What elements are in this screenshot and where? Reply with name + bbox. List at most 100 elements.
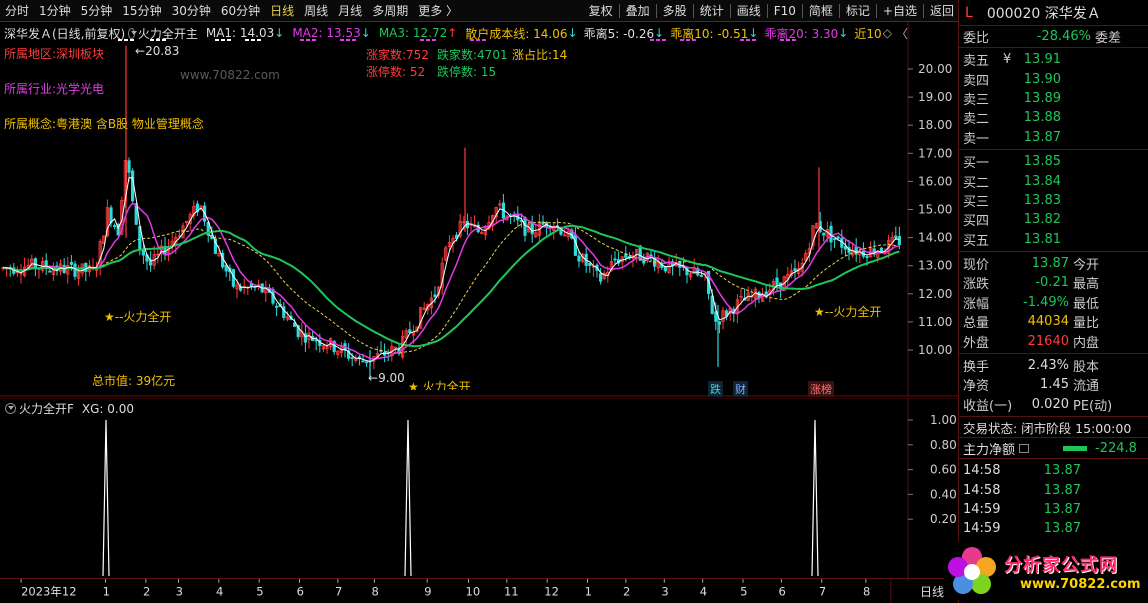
market-cap-label: 总市值: 39亿元 [92, 374, 176, 388]
candle-down [822, 232, 826, 236]
stock-title: 深华发Ａ(日线,前复权) [4, 26, 126, 41]
ask-row[interactable]: 卖一 13.87 [959, 128, 1148, 147]
draw-line-button[interactable]: 画线 [733, 2, 765, 19]
period-tab-monthly[interactable]: 月线 [333, 2, 367, 19]
tick-price: 13.87 [1043, 463, 1081, 479]
stat-row[interactable]: 收益(一) 0.020 PE(动) [959, 395, 1148, 414]
date-tick-label: 2023年12 [21, 584, 76, 598]
date-tick-label: 6 [297, 584, 304, 598]
tag-limit-list[interactable]: 涨榜 [808, 381, 834, 397]
bid-row[interactable]: 买一 13.85 [959, 152, 1148, 171]
candle-down [699, 274, 704, 277]
sub-tick-label: 0.20 [930, 512, 957, 526]
mark-button[interactable]: 标记 [842, 2, 874, 19]
bid-row[interactable]: 买三 13.83 [959, 191, 1148, 210]
period-tab-timeshare[interactable]: 分时 [0, 2, 34, 19]
stat-row[interactable]: 现价 13.87 今开 [959, 254, 1148, 273]
tick-time: 14:59 [963, 502, 1001, 517]
candle-down [865, 256, 869, 258]
ma1-value: MA1: 14.03 [205, 26, 275, 40]
period-tab-60min[interactable]: 60分钟 [216, 2, 265, 19]
back-button[interactable]: 返回 [926, 2, 958, 19]
stat-row[interactable]: 换手 2.43% 股本 [959, 356, 1148, 375]
formula-name[interactable]: 火力全开主 [138, 25, 198, 42]
ask-row[interactable]: 卖四 13.90 [959, 69, 1148, 89]
bid-price: 13.84 [1023, 173, 1061, 189]
date-tick-label: 7 [335, 584, 342, 598]
candle-down [433, 294, 437, 297]
stat-label-2: 最低 [1073, 296, 1100, 312]
stat-value: 0.020 [1031, 396, 1069, 412]
site-logo: 分析家公式网 www.70822.com [944, 542, 1146, 600]
stat-label: 收益(一) [963, 398, 1013, 414]
formula-toggle-icon[interactable] [128, 27, 137, 39]
bid-row[interactable]: 买二 13.84 [959, 171, 1148, 191]
bid-row[interactable]: 买四 13.82 [959, 210, 1148, 229]
period-tab-multi[interactable]: 多周期 [367, 2, 413, 19]
tick-row[interactable]: 14:59 13.87 [959, 519, 1148, 538]
trade-status: 交易状态: 闭市阶段 15:00:00 [963, 420, 1132, 436]
price-flag: ¥ [1003, 52, 1012, 68]
date-tick-label: 9 [424, 584, 431, 598]
ask-row[interactable]: 卖五 ¥13.91 [959, 50, 1148, 69]
stat-row[interactable]: 涨幅 -1.49% 最低 [959, 293, 1148, 312]
up-ratio: 涨占比:14 [512, 48, 568, 62]
stat-label-2: 最高 [1073, 277, 1100, 293]
order-ratio-label: 委比 [963, 31, 990, 46]
stat-label-2: 内盘 [1073, 335, 1100, 351]
adjust-button[interactable]: 复权 [585, 2, 617, 19]
expand-icon[interactable]: ◇ [883, 26, 892, 40]
period-tab-5min[interactable]: 5分钟 [76, 2, 118, 19]
up-count: 涨家数:752 [366, 48, 429, 62]
quote-panel: L 000020 深华发Ａ 委比 -28.46% 委差 卖五 ¥13.91 卖四 13… [958, 0, 1148, 603]
stat-value: 13.87 [1031, 256, 1069, 272]
simple-frame-button[interactable]: 简框 [805, 2, 837, 19]
tick-row[interactable]: 14:59 13.87 [959, 500, 1148, 519]
stat-value: -0.21 [1035, 275, 1069, 291]
sub-indicator-chart[interactable]: 1.00 0.80 0.60 0.40 0.20 [0, 398, 958, 581]
period-tab-more[interactable]: 更多 〉 [413, 2, 463, 19]
candle-down [894, 235, 898, 238]
add-watchlist-button[interactable]: +自选 [879, 2, 921, 19]
sub-indicator-title[interactable]: 火力全开F [19, 400, 74, 417]
tag-down[interactable]: 跌 [708, 381, 723, 397]
candle-down [408, 329, 412, 333]
collapse-panel-icon[interactable]: 〈 [896, 25, 908, 42]
tick-row[interactable]: 14:58 13.87 [959, 480, 1148, 499]
price-tick-label: 11.00 [918, 315, 952, 329]
period-tab-30min[interactable]: 30分钟 [167, 2, 216, 19]
ask-row[interactable]: 卖三 13.89 [959, 89, 1148, 108]
arrow-left-icon: ← [368, 371, 379, 385]
statistics-button[interactable]: 统计 [696, 2, 728, 19]
bid-row[interactable]: 买五 13.81 [959, 230, 1148, 249]
sub-toggle-icon[interactable] [5, 403, 16, 414]
signal-label-2: ★--火力全开 [814, 305, 882, 319]
stat-row[interactable]: 涨跌 -0.21 最高 [959, 273, 1148, 292]
chart-toggle-icon[interactable] [1019, 443, 1030, 453]
f10-button[interactable]: F10 [770, 4, 800, 18]
period-tab-weekly[interactable]: 周线 [299, 2, 333, 19]
axis-period-label[interactable]: 日线 [920, 583, 944, 600]
date-tick-label: 8 [863, 584, 870, 598]
period-tab-daily[interactable]: 日线 [265, 2, 299, 19]
candle-down [48, 270, 52, 273]
overlay-button[interactable]: 叠加 [622, 2, 654, 19]
price-tick-label: 15.00 [918, 203, 952, 217]
tick-row[interactable]: 14:58 13.87 [959, 461, 1148, 480]
candle-down [361, 360, 365, 363]
candle-down [599, 273, 603, 282]
period-tab-15min[interactable]: 15分钟 [117, 2, 166, 19]
period-toolbar: 分时 1分钟 5分钟 15分钟 30分钟 60分钟 日线 周线 月线 多周期 更… [0, 0, 958, 22]
candle-down [649, 254, 653, 257]
stat-row[interactable]: 净资 1.45 流通 [959, 375, 1148, 394]
stat-row[interactable]: 总量 44034 量比 [959, 312, 1148, 331]
period-tab-1min[interactable]: 1分钟 [34, 2, 76, 19]
tag-finance[interactable]: 财 [733, 381, 748, 397]
bid-label: 买四 [963, 214, 990, 230]
multi-stock-button[interactable]: 多股 [659, 2, 691, 19]
stat-row[interactable]: 外盘 21640 内盘 [959, 331, 1148, 351]
market-prefix: L [965, 4, 973, 21]
ask-row[interactable]: 卖二 13.88 [959, 108, 1148, 127]
stock-code-name[interactable]: 000020 深华发Ａ [987, 3, 1101, 23]
logo-url: www.70822.com [1020, 576, 1141, 592]
